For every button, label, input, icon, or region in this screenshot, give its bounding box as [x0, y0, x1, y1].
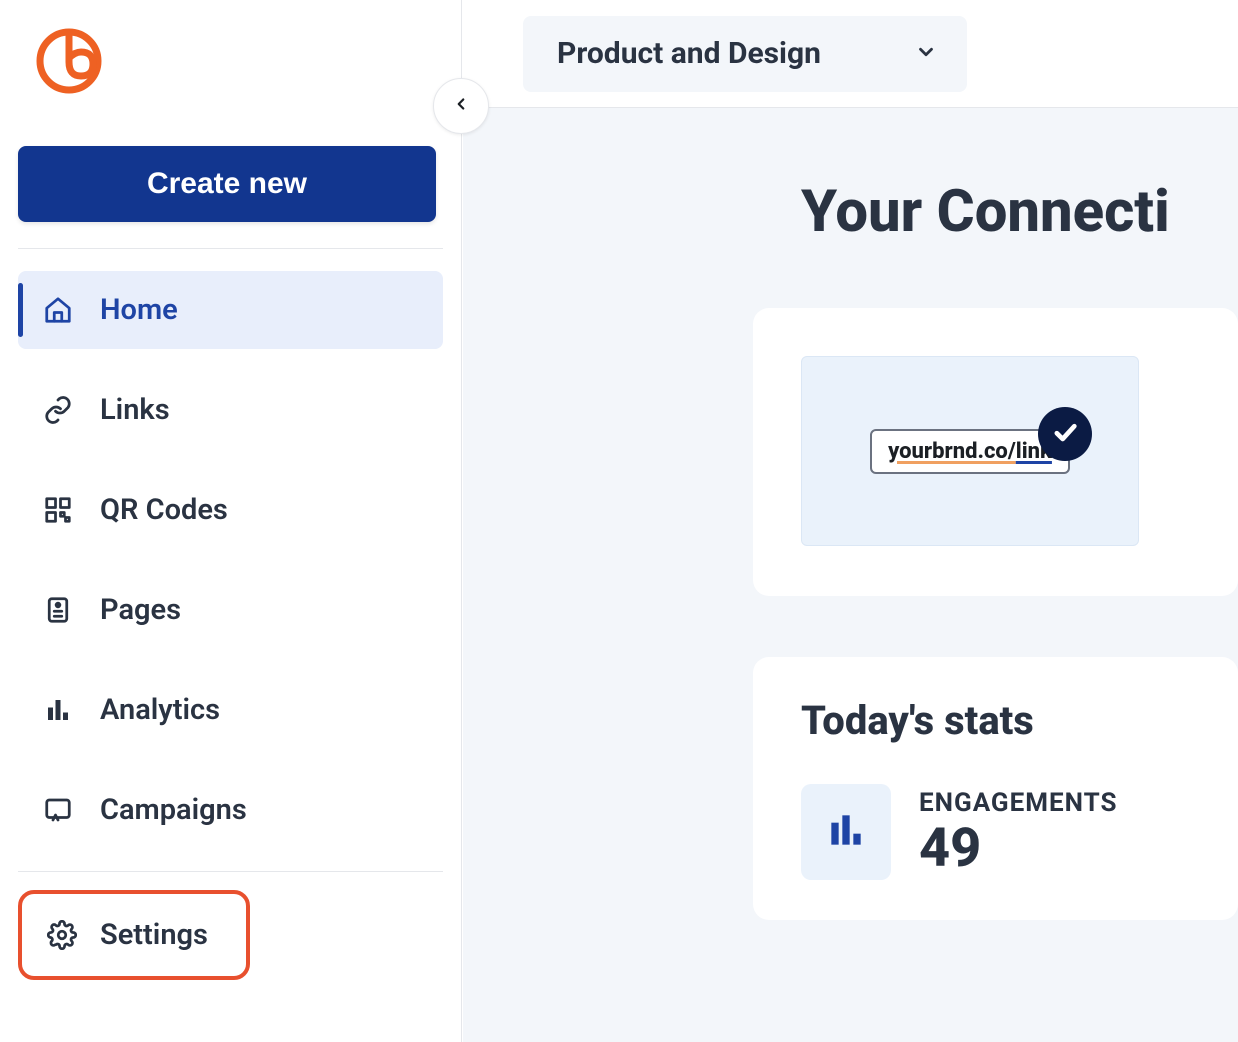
promo-card-inner: yourbrnd.co/link — [801, 356, 1139, 546]
analytics-icon — [40, 692, 76, 728]
nav-label-pages: Pages — [100, 593, 181, 627]
nav-item-qr-codes[interactable]: QR Codes — [18, 471, 443, 549]
nav-label-analytics: Analytics — [100, 693, 220, 727]
divider — [18, 248, 443, 249]
page-title: Your Connecti — [801, 178, 1238, 246]
main-content: Product and Design Your Connecti yourbrn… — [463, 0, 1238, 1042]
create-new-button[interactable]: Create new — [18, 146, 436, 222]
promo-card: yourbrnd.co/link — [753, 308, 1238, 596]
nav-label-settings: Settings — [100, 918, 208, 952]
bar-chart-icon — [824, 808, 868, 856]
nav-label-qr-codes: QR Codes — [100, 493, 228, 527]
gear-icon — [44, 917, 80, 953]
collapse-sidebar-button[interactable] — [433, 78, 489, 134]
nav-item-pages[interactable]: Pages — [18, 571, 443, 649]
campaigns-icon — [40, 792, 76, 828]
bitly-logo[interactable] — [36, 28, 443, 98]
branded-link-preview: yourbrnd.co/link — [870, 429, 1070, 474]
nav-label-home: Home — [100, 293, 178, 327]
check-badge — [1038, 407, 1092, 461]
stat-value-engagements: 49 — [919, 822, 1118, 876]
link-icon — [40, 392, 76, 428]
stat-row-engagements: ENGAGEMENTS 49 — [801, 784, 1238, 880]
nav-item-links[interactable]: Links — [18, 371, 443, 449]
nav-item-campaigns[interactable]: Campaigns — [18, 771, 443, 849]
nav-item-settings[interactable]: Settings — [18, 890, 250, 980]
nav-item-analytics[interactable]: Analytics — [18, 671, 443, 749]
workspace-dropdown-label: Product and Design — [557, 36, 821, 71]
stats-card: Today's stats ENGAGEMENTS 49 — [753, 657, 1238, 920]
nav-label-links: Links — [100, 393, 170, 427]
chevron-down-icon — [915, 36, 937, 71]
home-icon — [40, 292, 76, 328]
stat-text: ENGAGEMENTS 49 — [919, 788, 1118, 876]
divider — [18, 871, 443, 872]
workspace-dropdown[interactable]: Product and Design — [523, 16, 967, 92]
stats-title: Today's stats — [801, 697, 1238, 744]
stat-label-engagements: ENGAGEMENTS — [919, 788, 1118, 818]
qr-code-icon — [40, 492, 76, 528]
nav-item-home[interactable]: Home — [18, 271, 443, 349]
topbar: Product and Design — [463, 0, 1238, 108]
pages-icon — [40, 592, 76, 628]
check-icon — [1051, 418, 1079, 450]
sidebar: Create new Home Links QR Codes Pages Ana… — [0, 0, 462, 1042]
nav-label-campaigns: Campaigns — [100, 793, 247, 827]
chevron-left-icon — [452, 95, 470, 117]
branded-link-domain: yourbrnd.co/ — [888, 439, 1016, 464]
create-new-label: Create new — [147, 167, 307, 200]
stat-icon-box — [801, 784, 891, 880]
